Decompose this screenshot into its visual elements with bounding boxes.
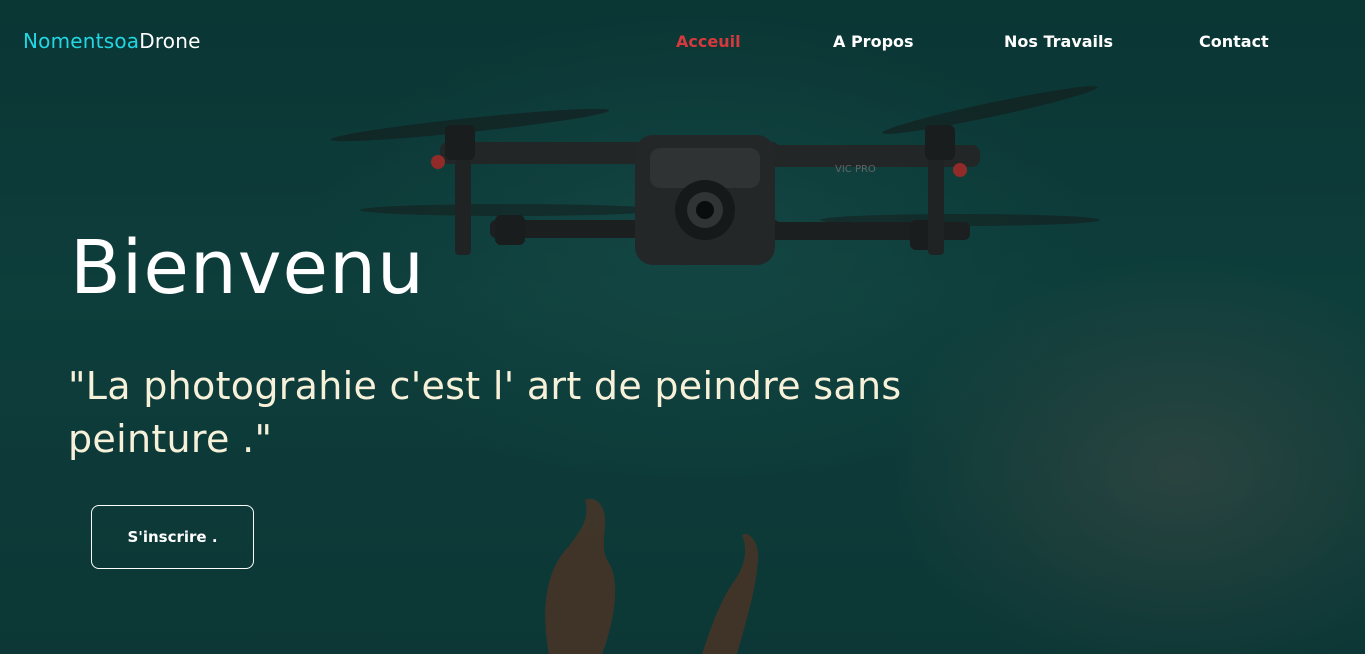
signup-button[interactable]: S'inscrire . xyxy=(91,505,254,569)
brand-logo[interactable]: NomentsoaDrone xyxy=(23,29,201,53)
nav-item-acceuil[interactable]: Acceuil xyxy=(676,32,741,51)
hero-title: Bienvenu xyxy=(70,225,425,311)
brand-name-accent: Nomentsoa xyxy=(23,29,140,53)
hero-page: VIC PRO NomentsoaDrone Acceuil A Propos … xyxy=(0,0,1365,654)
hero-quote: "La photograhie c'est l' art de peindre … xyxy=(68,364,902,461)
nav-item-nos-travails[interactable]: Nos Travails xyxy=(1004,32,1113,51)
nav-item-a-propos[interactable]: A Propos xyxy=(833,32,914,51)
brand-name: Drone xyxy=(139,29,201,53)
nav-item-contact[interactable]: Contact xyxy=(1199,32,1269,51)
signup-button-label: S'inscrire . xyxy=(127,528,218,546)
